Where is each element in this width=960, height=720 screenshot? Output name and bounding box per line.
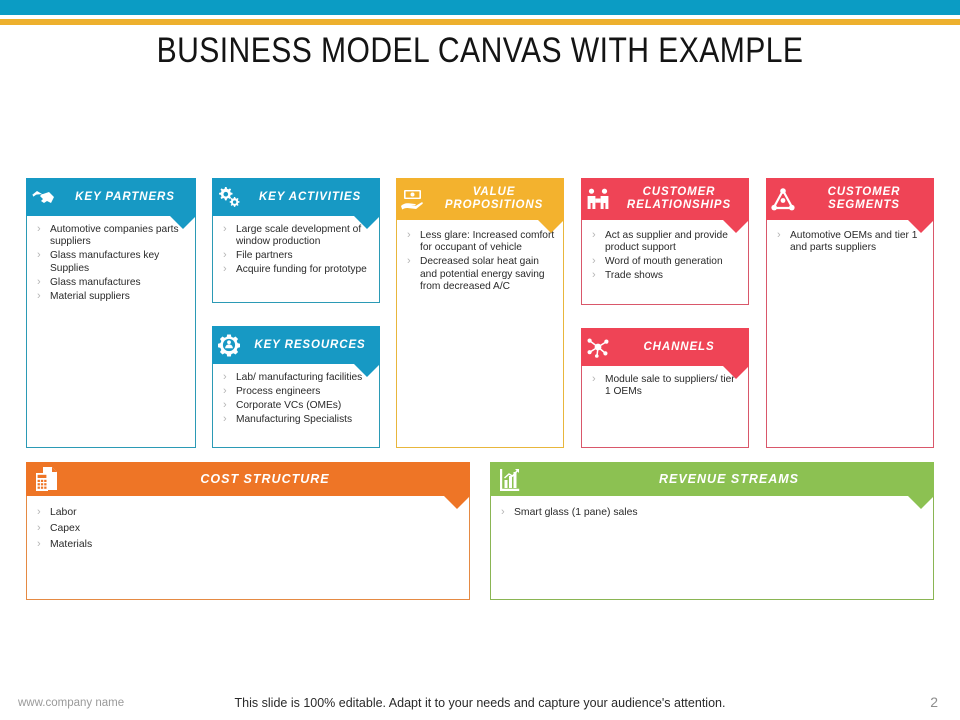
block-customer-relationships[interactable]: CUSTOMER RELATIONSHIPS Act as supplier a… — [581, 178, 749, 305]
top-accent-bar-gold — [0, 19, 960, 25]
list-item: Trade shows — [589, 269, 741, 282]
header-tail — [444, 496, 470, 509]
list-item: Corporate VCs (OMEs) — [220, 399, 372, 412]
block-cost-structure[interactable]: COST STRUCTURE Labor Capex Materials — [26, 462, 470, 600]
calculator-document-icon — [26, 462, 66, 496]
money-hand-icon — [396, 178, 430, 220]
value-propositions-title-line2: PROPOSITIONS — [444, 199, 544, 211]
list-item: Less glare: Increased comfort for occupa… — [404, 229, 556, 255]
header-tail — [354, 216, 380, 229]
header-tail — [908, 220, 934, 233]
list-item: Act as supplier and provide product supp… — [589, 229, 741, 255]
header-tail — [538, 220, 564, 233]
value-propositions-list: Less glare: Increased comfort for occupa… — [396, 222, 564, 301]
block-channels[interactable]: CHANNELS Module sale to suppliers/ tier … — [581, 328, 749, 448]
channels-header: CHANNELS — [581, 328, 749, 379]
list-item: Materials — [34, 537, 462, 552]
list-item: File partners — [220, 249, 372, 262]
header-tail — [723, 220, 749, 233]
key-resources-header: KEY RESOURCES — [212, 326, 380, 377]
top-accent-bar-teal — [0, 0, 960, 15]
list-item: Word of mouth generation — [589, 255, 741, 268]
slide-canvas: BUSINESS MODEL CANVAS WITH EXAMPLE KEY P… — [0, 0, 960, 720]
list-item: Material suppliers — [34, 289, 188, 303]
customer-segments-title-line2: SEGMENTS — [828, 199, 900, 211]
header-tail — [170, 216, 196, 229]
network-hub-icon — [581, 328, 615, 366]
header-tail — [354, 364, 380, 377]
customer-relationships-header: CUSTOMER RELATIONSHIPS — [581, 178, 749, 233]
revenue-streams-header: REVENUE STREAMS — [490, 462, 934, 509]
key-resources-title: KEY RESOURCES — [254, 338, 366, 351]
customer-relationships-title-line1: CUSTOMER — [642, 186, 716, 198]
list-item: Capex — [34, 521, 462, 536]
channels-title: CHANNELS — [643, 340, 715, 353]
revenue-streams-list: Smart glass (1 pane) sales — [490, 496, 934, 528]
customer-segments-title-line1: CUSTOMER — [827, 186, 901, 198]
gear-person-icon — [212, 326, 246, 364]
block-key-activities[interactable]: KEY ACTIVITIES Large scale development o… — [212, 178, 380, 303]
block-key-partners[interactable]: KEY PARTNERS Automotive companies parts … — [26, 178, 196, 448]
list-item: Smart glass (1 pane) sales — [498, 505, 926, 520]
key-activities-header: KEY ACTIVITIES — [212, 178, 380, 229]
revenue-streams-title: REVENUE STREAMS — [658, 471, 800, 486]
footer-note: This slide is 100% editable. Adapt it to… — [234, 696, 726, 710]
list-item: Labor — [34, 505, 462, 520]
list-item: Manufacturing Specialists — [220, 413, 372, 426]
handshake-icon — [26, 178, 60, 216]
customer-segments-header: CUSTOMER SEGMENTS — [766, 178, 934, 233]
list-item: Glass manufactures — [34, 276, 188, 289]
key-partners-header: KEY PARTNERS — [26, 178, 196, 229]
value-propositions-title-line1: VALUE — [472, 186, 516, 198]
header-tail — [908, 496, 934, 509]
network-triangle-icon — [766, 178, 800, 220]
key-partners-title: KEY PARTNERS — [75, 190, 175, 203]
gears-icon — [212, 178, 246, 216]
bar-chart-icon — [490, 462, 530, 496]
two-people-icon — [581, 178, 615, 220]
list-item: Automotive companies parts suppliers — [34, 223, 188, 249]
customer-segments-title: CUSTOMER SEGMENTS — [800, 186, 934, 212]
key-activities-title: KEY ACTIVITIES — [258, 190, 362, 203]
list-item: Large scale development of window produc… — [220, 223, 372, 249]
block-value-propositions[interactable]: VALUE PROPOSITIONS Less glare: Increased… — [396, 178, 564, 448]
footer-page-number: 2 — [930, 694, 938, 710]
block-revenue-streams[interactable]: REVENUE STREAMS Smart glass (1 pane) sal… — [490, 462, 934, 600]
list-item: Lab/ manufacturing facilities — [220, 371, 372, 384]
value-propositions-title: VALUE PROPOSITIONS — [430, 186, 564, 212]
cost-structure-header: COST STRUCTURE — [26, 462, 470, 509]
list-item: Decreased solar heat gain and potential … — [404, 255, 556, 293]
value-propositions-header: VALUE PROPOSITIONS — [396, 178, 564, 233]
list-item: Module sale to suppliers/ tier 1 OEMs — [589, 373, 741, 399]
list-item: Automotive OEMs and tier 1 and parts sup… — [774, 229, 926, 255]
list-item: Acquire funding for prototype — [220, 263, 372, 276]
cost-structure-list: Labor Capex Materials — [26, 496, 470, 560]
page-title: BUSINESS MODEL CANVAS WITH EXAMPLE — [156, 31, 804, 70]
block-customer-segments[interactable]: CUSTOMER SEGMENTS Automotive OEMs and ti… — [766, 178, 934, 448]
customer-relationships-title: CUSTOMER RELATIONSHIPS — [615, 186, 749, 212]
list-item: Glass manufactures key Supplies — [34, 249, 188, 275]
header-tail — [723, 366, 749, 379]
key-partners-list: Automotive companies parts suppliers Gla… — [26, 216, 196, 310]
customer-relationships-title-line2: RELATIONSHIPS — [626, 199, 732, 211]
block-key-resources[interactable]: KEY RESOURCES Lab/ manufacturing facilit… — [212, 326, 380, 448]
cost-structure-title: COST STRUCTURE — [200, 471, 330, 486]
list-item: Process engineers — [220, 385, 372, 398]
